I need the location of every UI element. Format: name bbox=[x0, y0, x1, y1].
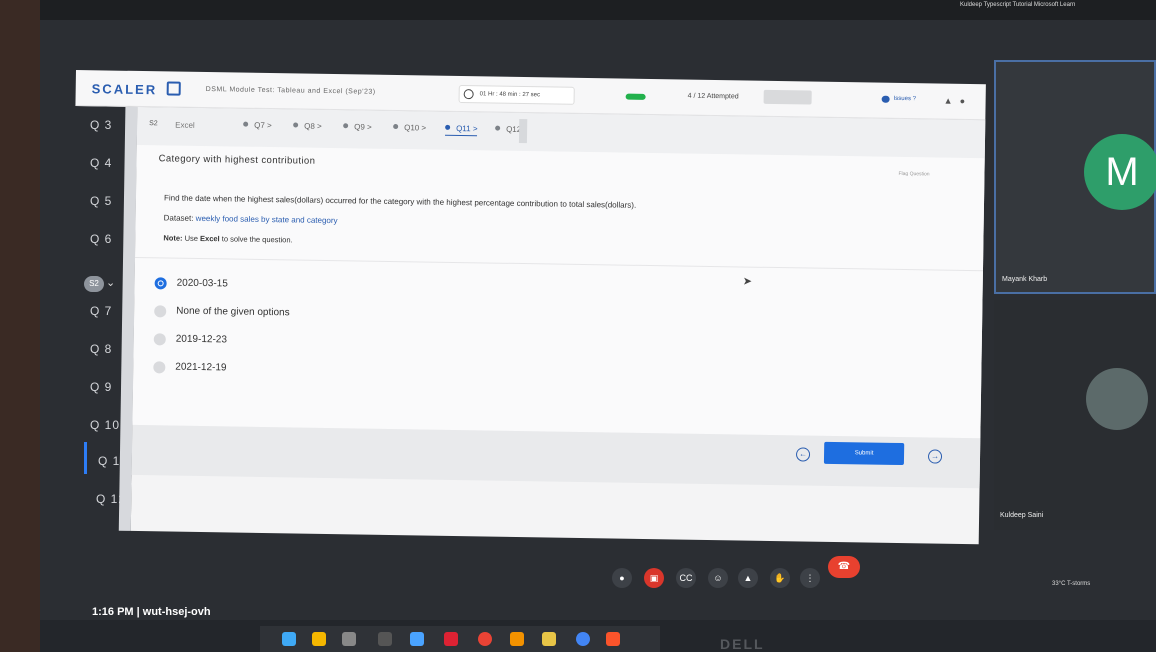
trophy-icon[interactable]: ▲ bbox=[944, 96, 953, 106]
tab-q7[interactable]: Q7 > bbox=[243, 121, 272, 130]
participant-tile[interactable]: M Mayank Kharb bbox=[994, 60, 1156, 294]
folder-icon[interactable] bbox=[542, 632, 556, 646]
timer: 01 Hr : 48 min : 27 sec bbox=[458, 85, 575, 105]
end-test-button[interactable] bbox=[763, 89, 812, 105]
microphone-icon[interactable]: ● bbox=[612, 568, 632, 588]
issues-link[interactable]: Issues ? bbox=[881, 95, 917, 103]
dataset-label: Dataset: bbox=[163, 213, 194, 223]
issues-label: Issues ? bbox=[893, 95, 917, 103]
scaler-logo: SCALER bbox=[91, 81, 158, 98]
tab-q9[interactable]: Q9 > bbox=[343, 122, 372, 132]
raise-hand-icon[interactable]: ✋ bbox=[770, 568, 790, 588]
file-explorer-icon[interactable] bbox=[312, 632, 326, 646]
chrome-icon[interactable] bbox=[576, 632, 590, 646]
dataset-link[interactable]: weekly food sales by state and category bbox=[196, 214, 338, 225]
chrome-icon[interactable] bbox=[478, 632, 492, 646]
question-card: Category with highest contribution Flag … bbox=[132, 144, 985, 439]
radio-selected-icon[interactable] bbox=[154, 277, 167, 290]
avatar: M bbox=[1084, 134, 1156, 210]
section-label: S2 bbox=[149, 120, 158, 128]
weather-widget[interactable]: 33°C T-storms bbox=[1052, 581, 1090, 587]
tab-q12[interactable]: Q12 bbox=[495, 125, 521, 134]
option-label: 2021-12-19 bbox=[175, 361, 227, 374]
logo-icon bbox=[166, 81, 181, 96]
note-label: Note: bbox=[163, 233, 183, 243]
browser-tabs[interactable]: Kuldeep Typescript Tutorial Microsoft Le… bbox=[960, 2, 1075, 8]
dell-logo: DELL bbox=[720, 636, 765, 652]
monitor-bezel bbox=[0, 0, 40, 652]
user-icon[interactable]: ● bbox=[960, 96, 966, 106]
app-icon[interactable] bbox=[342, 632, 356, 646]
divider bbox=[135, 256, 983, 272]
tab-q8[interactable]: Q8 > bbox=[293, 121, 322, 131]
end-call-button[interactable]: ☎ bbox=[828, 556, 860, 578]
camera-off-icon[interactable]: ▣ bbox=[644, 568, 664, 588]
option-4[interactable]: 2021-12-19 bbox=[153, 361, 227, 374]
mouse-cursor-icon: ➤ bbox=[742, 275, 753, 288]
radio-icon[interactable] bbox=[154, 305, 167, 318]
question-title: Category with highest contribution bbox=[158, 153, 316, 167]
attempted-count: 4 / 12 Attempted bbox=[687, 92, 739, 101]
vscode-icon[interactable] bbox=[410, 632, 424, 646]
note-line: Note: Use Excel to solve the question. bbox=[163, 233, 292, 244]
clock-icon bbox=[463, 89, 474, 100]
chat-icon bbox=[881, 95, 890, 103]
app-icon[interactable] bbox=[444, 632, 458, 646]
present-icon[interactable]: ▲ bbox=[738, 568, 758, 588]
brave-icon[interactable] bbox=[606, 632, 620, 646]
progress-indicator bbox=[625, 93, 646, 100]
meeting-time-code: 1:16 PM | wut-hsej-ovh bbox=[92, 606, 211, 618]
option-1[interactable]: 2020-03-15 bbox=[154, 277, 228, 290]
note-pre: Use bbox=[184, 233, 199, 243]
captions-icon[interactable]: CC bbox=[676, 568, 696, 588]
dataset-line: Dataset: weekly food sales by state and … bbox=[164, 213, 338, 225]
option-label: None of the given options bbox=[176, 305, 290, 319]
note-post: to solve the question. bbox=[221, 234, 293, 245]
question-text: Find the date when the highest sales(dol… bbox=[163, 193, 637, 210]
flag-question-button[interactable]: Flag Question bbox=[898, 171, 929, 177]
participant-tile[interactable]: Kuldeep Saini bbox=[994, 300, 1156, 530]
option-3[interactable]: 2019-12-23 bbox=[153, 333, 228, 346]
question-panel: S2 Excel Q7 > Q8 > Q9 > Q10 > Q11 > Q12 … bbox=[130, 106, 986, 545]
windows-icon[interactable] bbox=[282, 632, 296, 646]
epic-games-icon[interactable] bbox=[378, 632, 392, 646]
timer-text: 01 Hr : 48 min : 27 sec bbox=[479, 91, 541, 99]
previous-button[interactable]: ← bbox=[795, 447, 811, 462]
option-label: 2020-03-15 bbox=[176, 277, 228, 290]
radio-icon[interactable] bbox=[153, 333, 166, 346]
participant-name: Mayank Kharb bbox=[1002, 276, 1048, 283]
tab-q11[interactable]: Q11 > bbox=[445, 123, 478, 137]
test-window: SCALER DSML Module Test: Tableau and Exc… bbox=[69, 70, 986, 545]
test-title: DSML Module Test: Tableau and Excel (Sep… bbox=[205, 86, 376, 96]
next-button[interactable]: → bbox=[927, 449, 943, 464]
tabs-scrollbar[interactable] bbox=[518, 118, 528, 144]
emoji-icon[interactable]: ☺ bbox=[708, 568, 728, 588]
tab-q10[interactable]: Q10 > bbox=[393, 123, 426, 133]
participant-name: Kuldeep Saini bbox=[1000, 512, 1044, 519]
section-name: Excel bbox=[175, 120, 195, 130]
option-2[interactable]: None of the given options bbox=[154, 305, 290, 319]
radio-icon[interactable] bbox=[153, 361, 166, 374]
note-tool: Excel bbox=[200, 233, 220, 244]
more-options-icon[interactable]: ⋮ bbox=[800, 568, 820, 588]
avatar bbox=[1086, 368, 1148, 430]
submit-button[interactable]: Submit bbox=[823, 441, 905, 466]
vlc-icon[interactable] bbox=[510, 632, 524, 646]
option-label: 2019-12-23 bbox=[175, 333, 228, 346]
